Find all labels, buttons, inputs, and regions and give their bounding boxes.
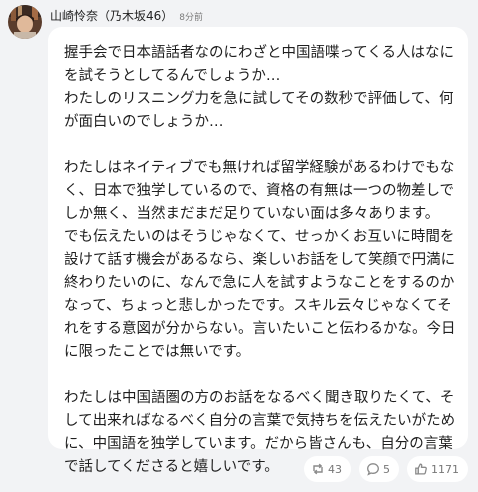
author-line: 山崎怜奈（乃木坂46） 8分前	[50, 7, 203, 24]
like-icon	[415, 463, 427, 475]
post-actions: 43 5 1171	[304, 456, 468, 482]
author-name[interactable]: 山崎怜奈（乃木坂46）	[50, 7, 173, 24]
post-bubble: 握手会で日本語話者なのにわざと中国語喋ってくる人はなにを試そうとしてるんでしょう…	[48, 27, 468, 475]
repost-icon	[313, 463, 323, 475]
like-button[interactable]: 1171	[407, 456, 468, 482]
comment-count: 5	[383, 462, 390, 476]
avatar-image	[8, 5, 42, 39]
repost-count: 43	[328, 462, 342, 476]
avatar[interactable]	[8, 5, 42, 39]
like-count: 1171	[431, 462, 459, 476]
post-paragraph: わたしはネイティブでも無ければ留学経験があるわけでもなく、日本で独学しているので…	[64, 160, 456, 360]
comment-button[interactable]: 5	[359, 456, 399, 482]
post-paragraph: 握手会で日本語話者なのにわざと中国語喋ってくる人はなにを試そうとしてるんでしょう…	[64, 45, 455, 130]
repost-button[interactable]: 43	[304, 456, 351, 482]
comment-icon	[367, 463, 379, 476]
post-timestamp[interactable]: 8分前	[179, 10, 203, 23]
